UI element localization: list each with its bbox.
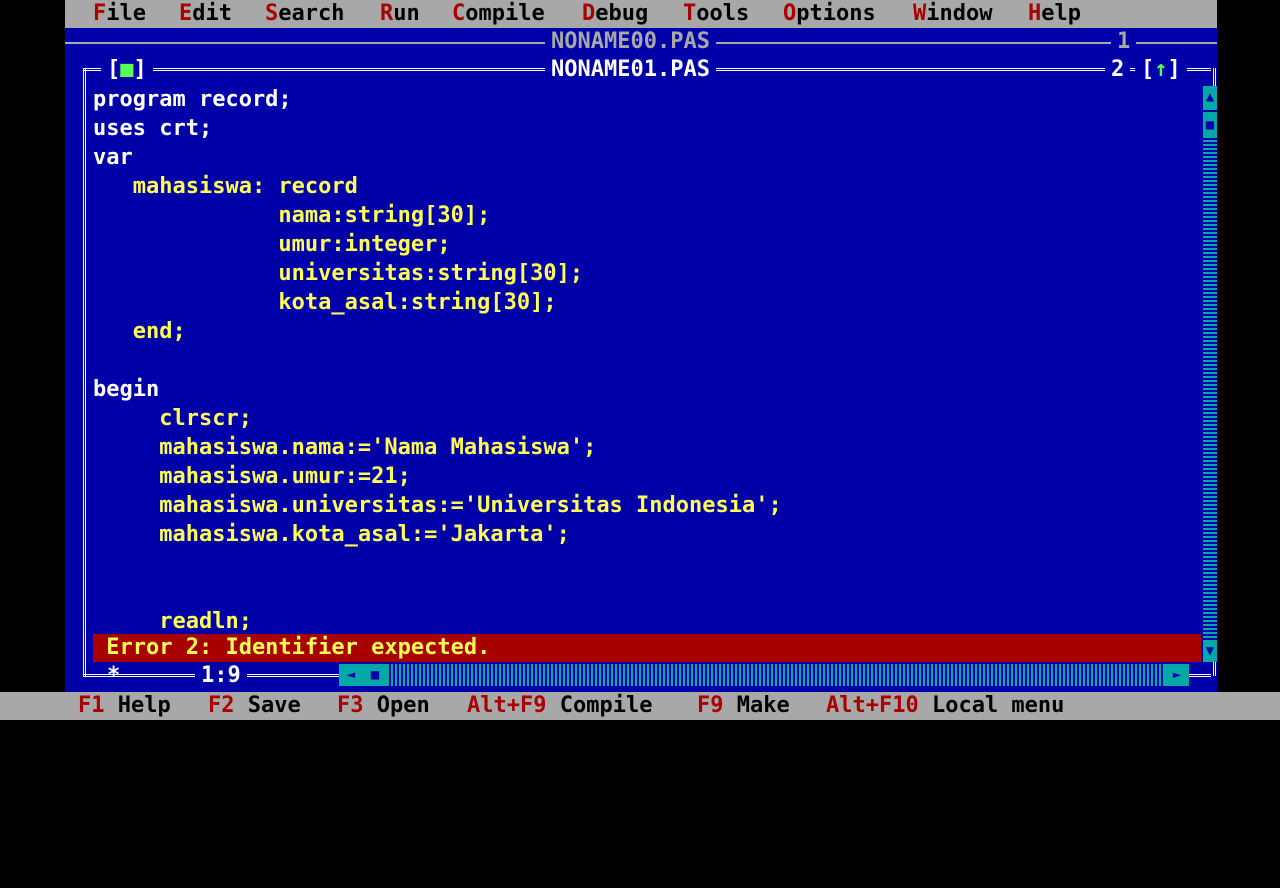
- fkey-local-menu[interactable]: Alt+F10 Local menu: [826, 692, 1064, 720]
- vertical-scrollbar[interactable]: ▲ ■ ▼: [1203, 86, 1217, 662]
- window-title[interactable]: NONAME01.PAS: [545, 56, 716, 84]
- fkey-compile[interactable]: Alt+F9 Compile: [467, 692, 652, 720]
- code-line: clrscr;: [93, 406, 252, 431]
- code-line: mahasiswa: record: [93, 174, 358, 199]
- scroll-left-arrow-icon[interactable]: ◄: [339, 664, 363, 686]
- menu-help[interactable]: Help: [1028, 0, 1081, 28]
- error-message-bar: Error 2: Identifier expected.: [93, 634, 1201, 662]
- zoom-box[interactable]: [↑]: [1135, 56, 1187, 84]
- window-left-border: [83, 68, 92, 676]
- close-box[interactable]: [■]: [101, 56, 153, 84]
- menu-tools[interactable]: Tools: [683, 0, 749, 28]
- code-line: kota_asal:string[30];: [93, 290, 557, 315]
- code-line: program record;: [93, 87, 292, 112]
- horizontal-scrollbar[interactable]: ◄ ■ ►: [339, 664, 1189, 686]
- menu-search[interactable]: Search: [265, 0, 344, 28]
- code-line: mahasiswa.nama:='Nama Mahasiswa';: [93, 435, 597, 460]
- fkey-save[interactable]: F2 Save: [208, 692, 301, 720]
- menu-debug[interactable]: Debug: [582, 0, 648, 28]
- menu-bar: File Edit Search Run Compile Debug Tools…: [65, 0, 1217, 28]
- scroll-right-arrow-icon[interactable]: ►: [1165, 664, 1189, 686]
- code-line: begin: [93, 377, 160, 402]
- scroll-up-arrow-icon[interactable]: ▲: [1203, 86, 1217, 108]
- fkey-open[interactable]: F3 Open: [337, 692, 430, 720]
- code-line: mahasiswa.umur:=21;: [93, 464, 411, 489]
- code-line: var: [93, 145, 133, 170]
- code-line: readln;: [93, 609, 252, 630]
- code-line: umur:integer;: [93, 232, 451, 257]
- code-line: mahasiswa.kota_asal:='Jakarta';: [93, 522, 570, 547]
- window-number: 2: [1105, 56, 1131, 84]
- menu-run[interactable]: Run: [380, 0, 420, 28]
- menu-compile[interactable]: Compile: [452, 0, 545, 28]
- cursor-position: 1:9: [195, 662, 247, 690]
- code-editor[interactable]: program record; uses crt; var mahasiswa:…: [93, 86, 1201, 630]
- code-line: end;: [93, 319, 186, 344]
- menu-window[interactable]: Window: [913, 0, 992, 28]
- code-line: mahasiswa.universitas:='Universitas Indo…: [93, 493, 782, 518]
- fkey-help[interactable]: F1 Help: [78, 692, 171, 720]
- back-window-number: 1: [1111, 28, 1137, 56]
- ide-screen: File Edit Search Run Compile Debug Tools…: [65, 0, 1217, 720]
- scroll-down-arrow-icon[interactable]: ▼: [1203, 640, 1217, 662]
- window-move-icon[interactable]: *: [107, 662, 120, 690]
- back-window-title[interactable]: NONAME00.PAS: [545, 28, 716, 56]
- fkey-make[interactable]: F9 Make: [697, 692, 790, 720]
- function-key-bar: F1 Help F2 Save F3 Open Alt+F9 Compile F…: [0, 692, 1280, 720]
- hscroll-thumb[interactable]: ■: [363, 664, 387, 686]
- code-line: uses crt;: [93, 116, 213, 141]
- scroll-thumb[interactable]: ■: [1203, 114, 1217, 136]
- menu-file[interactable]: File: [93, 0, 146, 28]
- code-line: nama:string[30];: [93, 203, 491, 228]
- menu-options[interactable]: Options: [783, 0, 876, 28]
- menu-edit[interactable]: Edit: [179, 0, 232, 28]
- code-line: universitas:string[30];: [93, 261, 584, 286]
